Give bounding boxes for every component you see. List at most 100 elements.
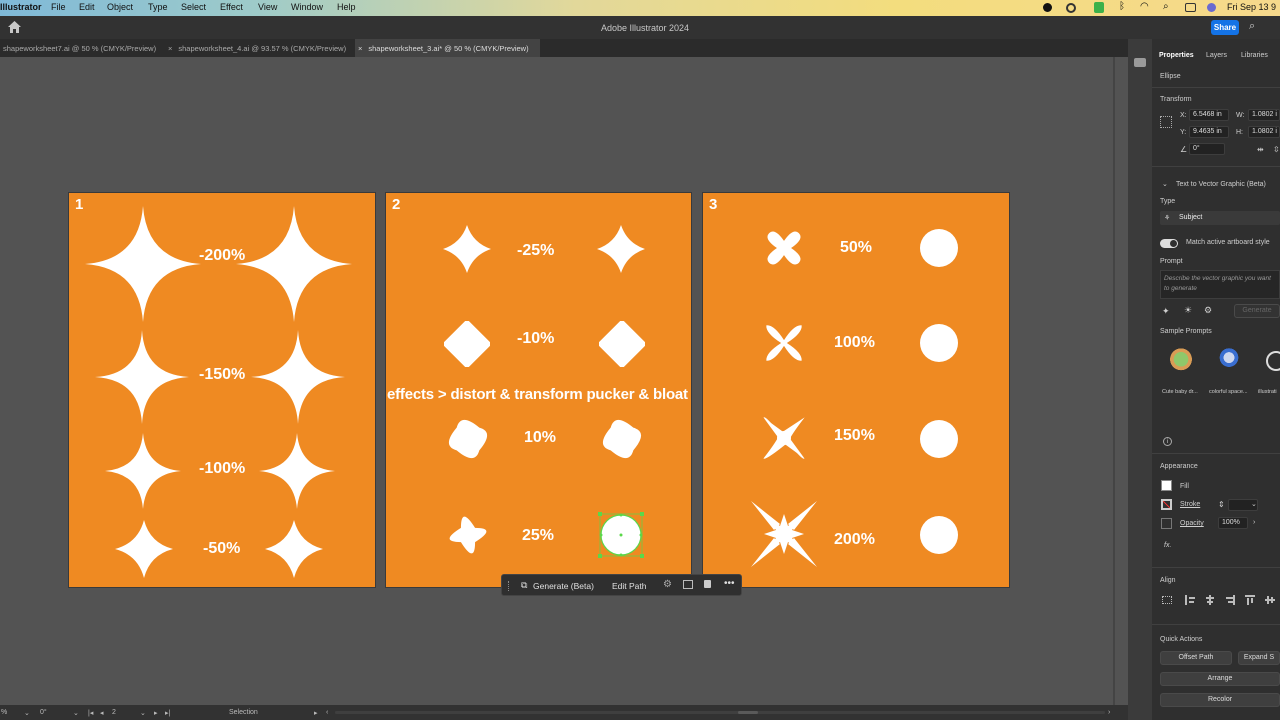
search-icon[interactable]: ⌕ [1249,20,1255,33]
opacity-field[interactable]: 100% [1218,517,1248,529]
tab-libraries[interactable]: Libraries [1241,52,1268,59]
menubar-clock[interactable]: Fri Sep 13 9 [1227,2,1276,12]
artboard-3[interactable]: 3 50% 100% 150% 200% [702,192,1010,588]
circle-shape[interactable] [919,228,959,268]
prompt-textarea[interactable]: Describe the vector graphic you want to … [1160,270,1280,299]
diamond-shape[interactable] [442,224,492,274]
arrange-button[interactable]: Arrange [1160,672,1280,686]
x-shape[interactable] [754,408,814,468]
bloat-shape[interactable] [448,515,488,555]
sample-image-rocket[interactable] [1216,344,1242,378]
last-artboard-icon[interactable]: ▸| [165,709,170,717]
tab-shapeworksheet7[interactable]: shapeworksheet7.ai @ 50 % (CMYK/Preview) [0,39,165,57]
circle-shape[interactable] [919,419,959,459]
generate-button[interactable]: Generate [1234,304,1280,318]
share-button[interactable]: Share [1211,20,1239,35]
generate-beta-button[interactable]: Generate (Beta) [533,581,594,591]
align-to-icon[interactable] [1162,596,1172,604]
star-shape[interactable] [235,205,353,323]
align-center-icon[interactable] [1205,595,1215,605]
next-artboard-icon[interactable]: ▸ [154,709,158,717]
text-to-vector-heading[interactable]: Text to Vector Graphic (Beta) [1176,181,1266,188]
artboard-number-field[interactable]: 2 [112,709,116,716]
star-shape[interactable] [258,432,336,510]
type-dropdown[interactable]: ⚘ Subject [1160,211,1280,225]
expand-stroke-button[interactable]: Expand S [1238,651,1280,665]
opacity-label[interactable]: Opacity [1180,520,1204,527]
fill-swatch[interactable] [1161,480,1172,491]
flip-horizontal-icon[interactable]: ⇹ [1257,145,1264,154]
record-icon[interactable] [1043,3,1052,12]
star-shape[interactable] [94,329,190,425]
h-field[interactable]: 1.0802 i [1248,126,1280,138]
chevron-down-icon[interactable]: ⌄ [24,709,30,717]
rotation-field[interactable]: 0° [40,709,47,716]
x-shape[interactable] [762,226,806,270]
star-shape[interactable] [250,329,346,425]
angle-field[interactable]: 0° [1189,143,1225,155]
sample-image-dragon[interactable] [1166,344,1196,378]
align-left-icon[interactable] [1185,595,1195,605]
tab-layers[interactable]: Layers [1206,52,1227,59]
lock-icon[interactable] [704,580,711,588]
star-shape[interactable] [84,205,202,323]
offset-path-button[interactable]: Offset Path [1160,651,1232,665]
chevron-down-icon[interactable]: ⌄ [140,709,146,717]
rounded-diamond-shape[interactable] [444,321,490,367]
stroke-swatch[interactable] [1161,499,1172,510]
align-middle-icon[interactable] [1265,595,1275,605]
menu-object[interactable]: Object [107,2,133,12]
fx-button[interactable]: fx. [1164,542,1171,549]
bloat-shape[interactable] [602,419,642,459]
canvas-area[interactable]: 1 -200% -150% -100% -50% 2 -25% -10% eff… [0,57,1115,705]
w-field[interactable]: 1.0802 i [1248,109,1280,121]
reference-point-icon[interactable] [1160,116,1172,128]
bluetooth-icon[interactable]: ᛒ [1119,1,1125,12]
menu-select[interactable]: Select [181,2,206,12]
menu-help[interactable]: Help [337,2,356,12]
recolor-button[interactable]: Recolor [1160,693,1280,707]
match-style-toggle[interactable] [1160,239,1178,248]
zoom-field[interactable]: % [1,709,7,716]
circle-shape[interactable] [919,515,959,555]
star-shape[interactable] [264,519,324,579]
menu-type[interactable]: Type [148,2,168,12]
y-field[interactable]: 9.4635 in [1189,126,1229,138]
stroke-label[interactable]: Stroke [1180,501,1200,508]
siri-icon[interactable] [1207,3,1216,12]
menu-edit[interactable]: Edit [79,2,95,12]
status-menu-icon[interactable]: ▸ [314,709,318,717]
scroll-left-icon[interactable]: ‹ [326,709,328,716]
diamond-shape[interactable] [596,224,646,274]
tab-properties[interactable]: Properties [1159,52,1194,59]
x-field[interactable]: 6.5468 in [1189,109,1229,121]
menu-view[interactable]: View [258,2,277,12]
artboard-1[interactable]: 1 -200% -150% -100% -50% [68,192,376,588]
chevron-down-icon[interactable]: ⌄ [73,709,79,717]
close-icon[interactable]: × [168,44,172,53]
tab-shapeworksheet4[interactable]: × shapeworksheet_4.ai @ 93.57 % (CMYK/Pre… [165,39,354,57]
settings-icon[interactable]: ⚙ [663,579,672,590]
horizontal-scrollbar[interactable] [335,711,1105,714]
close-icon[interactable]: × [358,44,362,53]
flip-vertical-icon[interactable]: ⇳ [1273,145,1280,154]
drag-handle[interactable] [508,581,510,591]
selected-ellipse[interactable] [596,510,646,560]
control-center-icon[interactable] [1185,3,1196,12]
bulb-icon[interactable]: ☀ [1184,305,1192,316]
circle-shape[interactable] [919,323,959,363]
app-status-icon[interactable] [1094,2,1104,13]
menu-effect[interactable]: Effect [220,2,243,12]
align-top-icon[interactable] [1245,595,1255,605]
bloat-shape[interactable] [448,419,488,459]
chevron-down-icon[interactable]: ⌄ [1251,500,1257,508]
creative-cloud-icon[interactable] [1066,3,1076,13]
scroll-right-icon[interactable]: › [1108,709,1110,716]
menu-file[interactable]: File [51,2,66,12]
gear-icon[interactable]: ⚙ [1204,305,1212,316]
duplicate-icon[interactable] [683,580,693,589]
info-icon[interactable]: i [1163,437,1172,446]
previous-artboard-icon[interactable]: ◂ [100,709,104,717]
edit-path-button[interactable]: Edit Path [612,581,647,591]
search-icon[interactable]: ⌕ [1163,1,1169,12]
